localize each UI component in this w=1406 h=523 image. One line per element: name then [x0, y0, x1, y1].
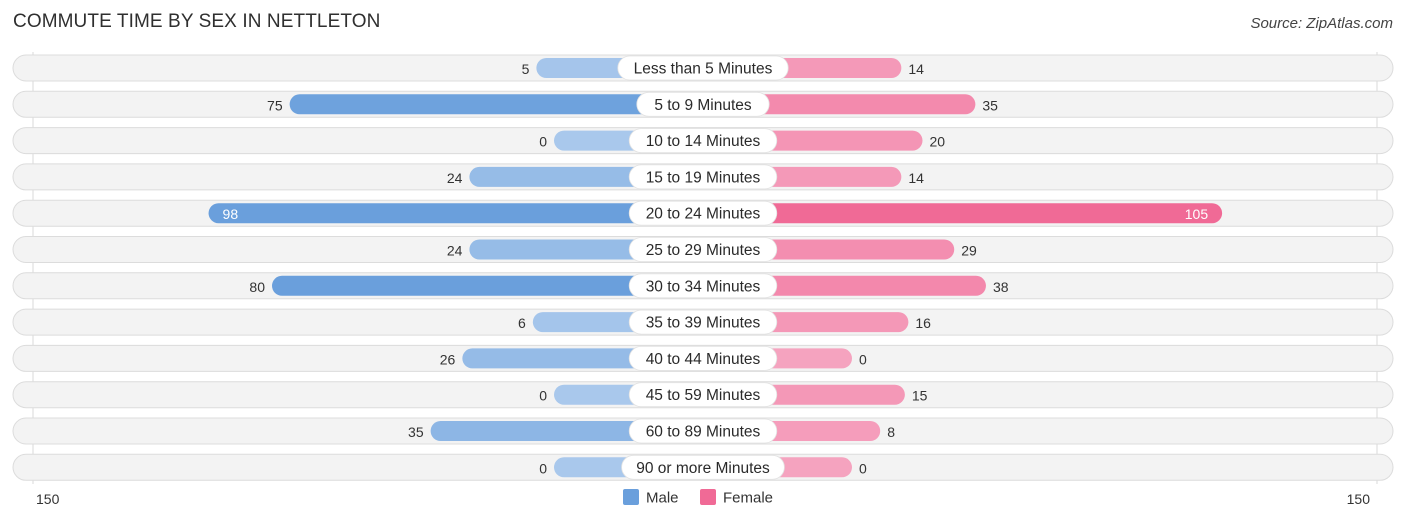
male-value-label: 35: [408, 424, 424, 440]
female-value-label: 0: [859, 351, 867, 367]
chart-canvas: Less than 5 Minutes 5 14 5 to 9 Minutes 75 35…: [12, 52, 1394, 507]
female-value-label: 8: [887, 424, 895, 440]
category-label: 60 to 89 Minutes: [646, 424, 761, 441]
male-value-label: 24: [447, 170, 463, 186]
male-value-label: 98: [223, 206, 239, 222]
female-value-label: 14: [908, 170, 924, 186]
female-value-label: 0: [859, 460, 867, 476]
female-value-label: 35: [982, 97, 998, 113]
legend-swatch-male: [623, 489, 639, 505]
female-value-label: 38: [993, 279, 1009, 295]
category-label: 40 to 44 Minutes: [646, 351, 761, 368]
male-value-label: 24: [447, 243, 463, 259]
female-value-label: 16: [915, 315, 931, 331]
legend-swatch-female: [700, 489, 716, 505]
male-value-label: 0: [539, 134, 547, 150]
legend-label-female: Female: [723, 490, 773, 507]
axis-tick-left: 150: [36, 491, 60, 507]
female-value-label: 29: [961, 243, 977, 259]
female-value-label: 15: [912, 388, 928, 404]
legend-label-male: Male: [646, 490, 679, 507]
male-value-label: 80: [249, 279, 265, 295]
male-value-label: 26: [440, 351, 456, 367]
category-label: 45 to 59 Minutes: [646, 387, 761, 404]
category-label: 30 to 34 Minutes: [646, 278, 761, 295]
female-value-label: 14: [908, 61, 924, 77]
category-label: 10 to 14 Minutes: [646, 133, 761, 150]
category-label: 90 or more Minutes: [636, 460, 770, 477]
category-label: 5 to 9 Minutes: [654, 97, 752, 114]
category-label: 35 to 39 Minutes: [646, 315, 761, 332]
female-bar[interactable]: [703, 203, 1223, 224]
male-value-label: 75: [267, 97, 283, 113]
category-label: 20 to 24 Minutes: [646, 206, 761, 223]
male-value-label: 0: [539, 460, 547, 476]
male-value-label: 5: [522, 61, 530, 77]
female-value-label: 20: [930, 134, 946, 150]
category-label: 15 to 19 Minutes: [646, 169, 761, 186]
category-label: Less than 5 Minutes: [634, 61, 773, 78]
category-label: 25 to 29 Minutes: [646, 242, 761, 259]
male-value-label: 6: [518, 315, 526, 331]
male-value-label: 0: [539, 388, 547, 404]
axis-tick-right: 150: [1347, 491, 1371, 507]
female-value-label: 105: [1185, 206, 1209, 222]
